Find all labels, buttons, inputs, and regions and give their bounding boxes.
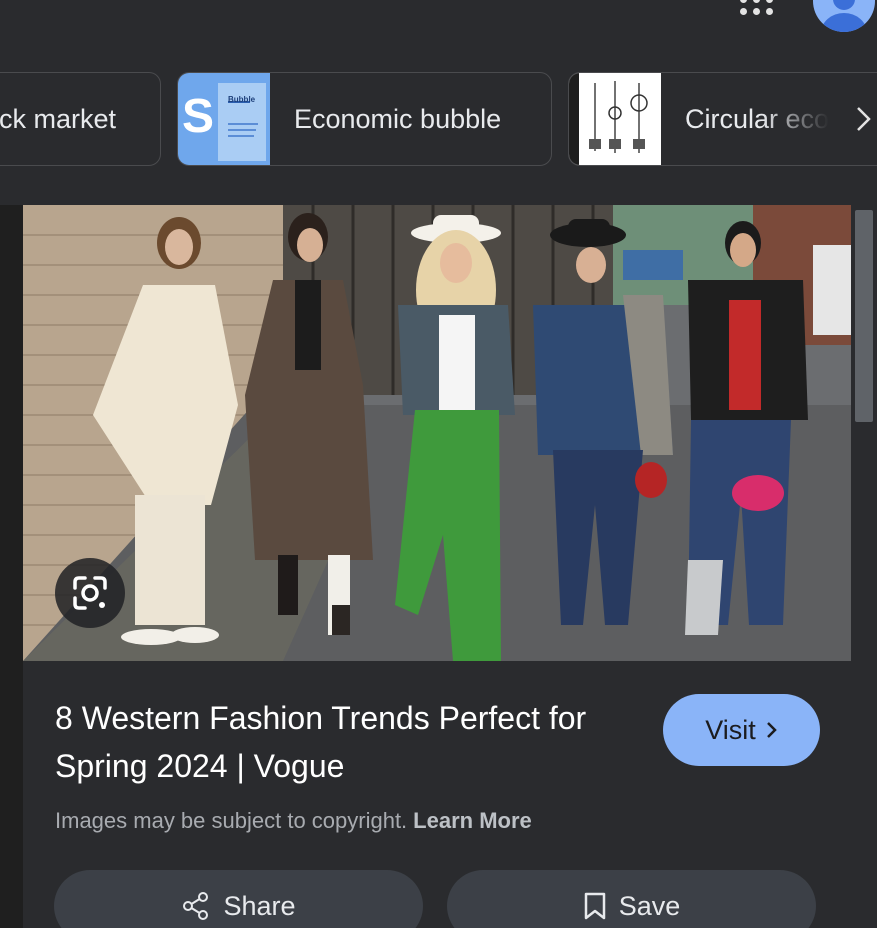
bookmark-icon <box>584 892 605 920</box>
circular-economy-thumbnail <box>569 73 661 165</box>
share-button[interactable]: Share <box>54 870 423 928</box>
related-chip-circular-economy[interactable]: Circular eco <box>568 72 877 166</box>
apps-grid-icon[interactable] <box>740 0 776 18</box>
result-title[interactable]: 8 Western Fashion Trends Perfect for Spr… <box>55 694 635 790</box>
learn-more-link[interactable]: Learn More <box>413 808 532 833</box>
related-chip-economic-bubble[interactable]: S Bubble Economic bubble <box>177 72 552 166</box>
save-button[interactable]: Save <box>447 870 816 928</box>
save-button-label: Save <box>618 890 681 921</box>
related-chip-stock-market[interactable]: ck market <box>0 72 161 166</box>
results-header: ck market S Bubble Economic bubble Circu… <box>0 0 877 205</box>
preview-image[interactable] <box>23 205 851 661</box>
related-chip-label: Circular eco <box>685 103 830 134</box>
image-viewer-page: ck market S Bubble Economic bubble Circu… <box>0 0 877 928</box>
visit-button[interactable]: Visit <box>663 694 820 766</box>
visit-button-label: Visit <box>705 714 756 745</box>
thumbnail-caption: Bubble <box>228 95 256 104</box>
scrollbar-thumb[interactable] <box>855 210 873 422</box>
related-chip-label: ck market <box>0 103 117 134</box>
share-button-label: Share <box>223 890 296 921</box>
share-icon <box>183 892 209 920</box>
economic-bubble-thumbnail: S Bubble <box>178 73 270 165</box>
account-avatar-icon[interactable] <box>813 0 875 32</box>
google-lens-button[interactable] <box>55 558 125 628</box>
copyright-text: Images may be subject to copyright. <box>55 808 408 833</box>
copyright-notice: Images may be subject to copyright. Learn… <box>55 808 532 834</box>
google-lens-icon <box>73 576 107 610</box>
chevron-right-icon <box>766 722 777 738</box>
related-chip-label: Economic bubble <box>294 103 502 134</box>
chevron-right-icon[interactable] <box>855 104 877 134</box>
